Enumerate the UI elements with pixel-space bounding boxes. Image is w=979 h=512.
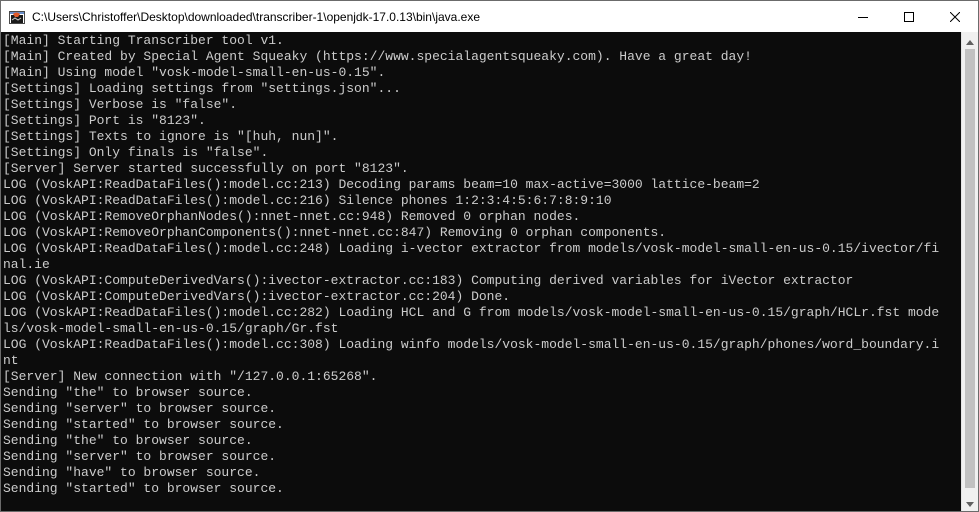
close-button[interactable]: [932, 1, 978, 32]
console-line: [Server] Server started successfully on …: [3, 161, 409, 176]
console-window: C:\Users\Christoffer\Desktop\downloaded\…: [0, 0, 979, 512]
window-title: C:\Users\Christoffer\Desktop\downloaded\…: [32, 9, 481, 24]
minimize-button[interactable]: [840, 1, 886, 32]
close-icon: [950, 11, 960, 22]
console-line: ls/vosk-model-small-en-us-0.15/graph/Gr.…: [3, 321, 339, 336]
scroll-up-button[interactable]: [962, 32, 978, 49]
window-controls: [840, 1, 978, 32]
java-console-icon[interactable]: [9, 9, 25, 25]
console-line: LOG (VoskAPI:ReadDataFiles():model.cc:24…: [3, 241, 940, 256]
console-lines: [Main] Starting Transcriber tool v1. [Mai…: [1, 32, 962, 497]
console-line: [Server] New connection with "/127.0.0.1…: [3, 369, 378, 384]
console-line: LOG (VoskAPI:RemoveOrphanComponents():nn…: [3, 225, 667, 240]
console-line: nal.ie: [3, 257, 50, 272]
maximize-button[interactable]: [886, 1, 932, 32]
minimize-icon: [858, 12, 868, 22]
scrollbar-thumb[interactable]: [965, 49, 975, 488]
scroll-up-arrow-icon: [966, 32, 974, 50]
console-line: LOG (VoskAPI:RemoveOrphanNodes():nnet-nn…: [3, 209, 581, 224]
scroll-down-button[interactable]: [962, 494, 978, 511]
console-line: Sending "the" to browser source.: [3, 385, 253, 400]
console-line: [Settings] Verbose is "false".: [3, 97, 238, 112]
console-line: [Settings] Port is "8123".: [3, 113, 206, 128]
console-output[interactable]: [Main] Starting Transcriber tool v1. [Mai…: [1, 32, 962, 511]
console-line: Sending "server" to browser source.: [3, 449, 277, 464]
scroll-down-arrow-icon: [966, 494, 974, 512]
console-line: [Settings] Only finals is "false".: [3, 145, 269, 160]
console-line: [Settings] Loading settings from "settin…: [3, 81, 401, 96]
console-line: [Settings] Texts to ignore is "[huh, nun…: [3, 129, 339, 144]
title-bar[interactable]: C:\Users\Christoffer\Desktop\downloaded\…: [1, 1, 978, 32]
console-line: Sending "have" to browser source.: [3, 465, 261, 480]
maximize-icon: [904, 11, 914, 22]
console-line: [Main] Starting Transcriber tool v1.: [3, 33, 284, 48]
console-line: Sending "the" to browser source.: [3, 433, 253, 448]
console-line: Sending "started" to browser source.: [3, 481, 284, 496]
console-line: [Main] Using model "vosk-model-small-en-…: [3, 65, 386, 80]
console-line: [Main] Created by Special Agent Squeaky …: [3, 49, 752, 64]
console-line: LOG (VoskAPI:ReadDataFiles():model.cc:30…: [3, 337, 940, 352]
console-line: LOG (VoskAPI:ReadDataFiles():model.cc:21…: [3, 177, 760, 192]
vertical-scrollbar[interactable]: [961, 32, 978, 511]
console-line: LOG (VoskAPI:ComputeDerivedVars():ivecto…: [3, 273, 854, 288]
console-line: LOG (VoskAPI:ReadDataFiles():model.cc:28…: [3, 305, 940, 320]
console-line: LOG (VoskAPI:ComputeDerivedVars():ivecto…: [3, 289, 511, 304]
console-line: Sending "started" to browser source.: [3, 417, 284, 432]
console-line: nt: [3, 353, 19, 368]
console-line: Sending "server" to browser source.: [3, 401, 277, 416]
console-line: LOG (VoskAPI:ReadDataFiles():model.cc:21…: [3, 193, 612, 208]
